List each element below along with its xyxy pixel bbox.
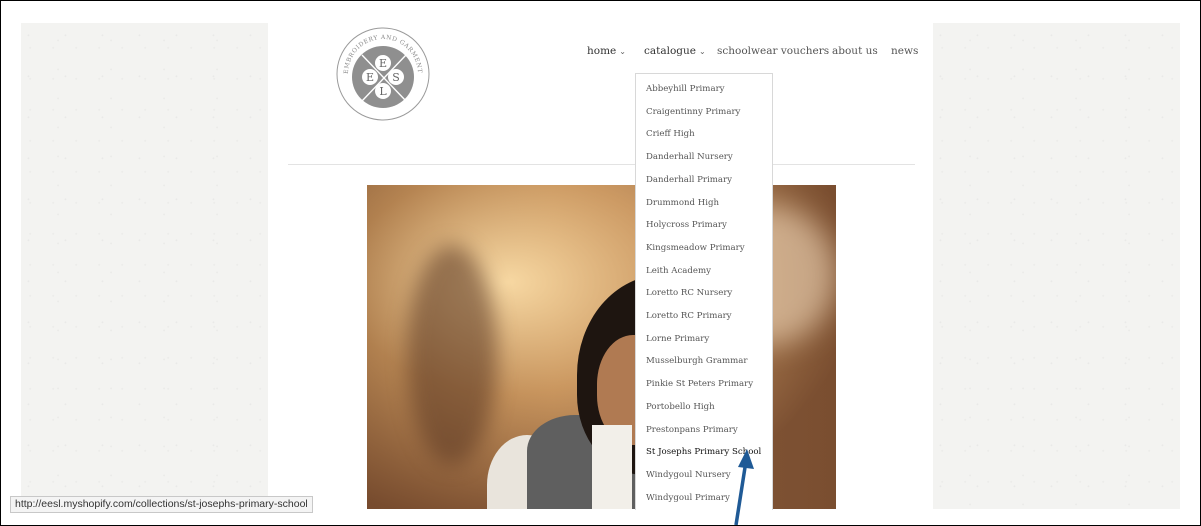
catalogue-menu-item[interactable]: Pinkie St Peters Primary bbox=[646, 379, 753, 389]
logo-letter-left: E bbox=[366, 71, 374, 84]
catalogue-menu-item[interactable]: Loretto RC Primary bbox=[646, 311, 732, 321]
catalogue-menu-item[interactable]: Loretto RC Nursery bbox=[646, 288, 732, 298]
catalogue-menu-item[interactable]: Kingsmeadow Primary bbox=[646, 243, 745, 253]
catalogue-menu-item[interactable]: Drummond High bbox=[646, 198, 719, 208]
nav-about-us[interactable]: about us bbox=[832, 45, 878, 57]
catalogue-menu-item[interactable]: Danderhall Nursery bbox=[646, 152, 733, 162]
eesl-logo[interactable]: EMBROIDERY AND GARMENT PRINTING SPECIALI… bbox=[331, 20, 432, 123]
catalogue-menu-item[interactable]: Windygoul Primary bbox=[646, 493, 730, 503]
background-texture-left bbox=[21, 23, 268, 509]
background-texture-right bbox=[933, 23, 1180, 509]
nav-schoolwear-vouchers[interactable]: schoolwear vouchers bbox=[717, 45, 829, 57]
nav-home[interactable]: home ⌄ bbox=[587, 45, 626, 57]
status-bar-url: http://eesl.myshopify.com/collections/st… bbox=[10, 496, 313, 513]
nav-catalogue[interactable]: catalogue ⌄ bbox=[644, 45, 706, 57]
nav-catalogue-label: catalogue bbox=[644, 45, 696, 57]
catalogue-dropdown-menu: Abbeyhill Primary Craigentinny Primary Cri… bbox=[635, 73, 773, 510]
logo-letter-bottom: L bbox=[379, 85, 387, 98]
logo-letter-top: E bbox=[379, 57, 387, 70]
catalogue-menu-item[interactable]: Leith Academy bbox=[646, 266, 711, 276]
header-divider bbox=[288, 164, 915, 165]
logo-letter-right: S bbox=[392, 71, 400, 84]
catalogue-menu-item[interactable]: Craigentinny Primary bbox=[646, 107, 740, 117]
catalogue-menu-item[interactable]: Danderhall Primary bbox=[646, 175, 732, 185]
catalogue-menu-item[interactable]: Holycross Primary bbox=[646, 220, 727, 230]
catalogue-menu-item[interactable]: Abbeyhill Primary bbox=[646, 84, 725, 94]
catalogue-menu-item[interactable]: St Josephs Primary School bbox=[646, 447, 761, 457]
catalogue-menu-item[interactable]: Windygoul Nursery bbox=[646, 470, 731, 480]
catalogue-menu-item[interactable]: Musselburgh Grammar bbox=[646, 356, 748, 366]
catalogue-menu-item[interactable]: Crieff High bbox=[646, 129, 695, 139]
nav-home-label: home bbox=[587, 45, 617, 57]
chevron-down-icon: ⌄ bbox=[619, 47, 626, 56]
catalogue-menu-item[interactable]: Prestonpans Primary bbox=[646, 425, 738, 435]
nav-news[interactable]: news bbox=[891, 45, 918, 57]
browser-viewport: EMBROIDERY AND GARMENT PRINTING SPECIALI… bbox=[0, 0, 1201, 526]
catalogue-menu-item[interactable]: Lorne Primary bbox=[646, 334, 709, 344]
catalogue-menu-item[interactable]: Portobello High bbox=[646, 402, 715, 412]
chevron-down-icon: ⌄ bbox=[699, 47, 706, 56]
